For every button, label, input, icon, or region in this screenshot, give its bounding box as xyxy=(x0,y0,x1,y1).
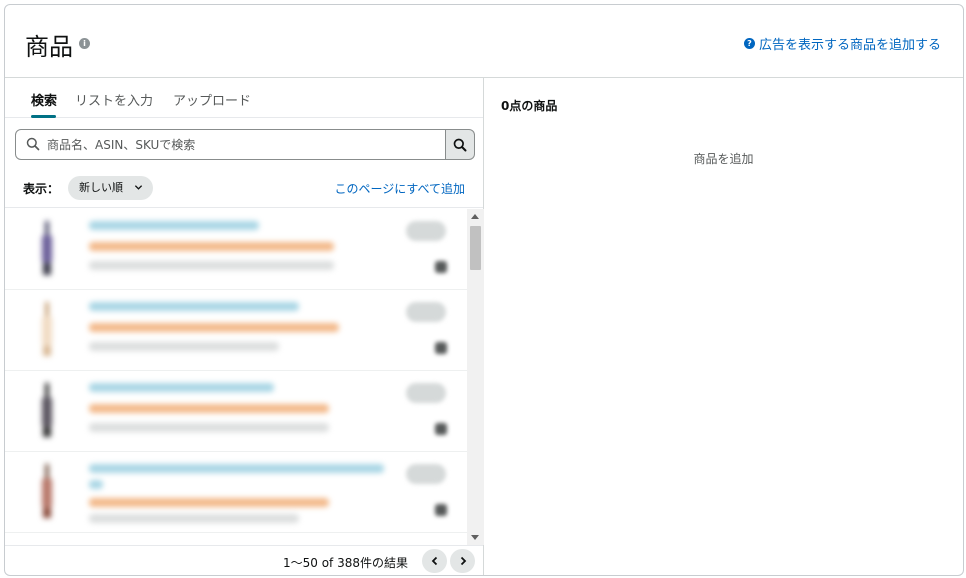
blurred-product-ids xyxy=(89,342,279,351)
list-item xyxy=(5,452,467,533)
add-product-button[interactable] xyxy=(406,383,446,403)
scroll-up-arrow-icon[interactable] xyxy=(471,214,479,219)
list-item xyxy=(5,209,467,290)
product-detail-icon[interactable] xyxy=(435,423,447,435)
blurred-product-ids xyxy=(89,423,329,432)
product-thumbnail xyxy=(42,221,52,275)
product-thumbnail xyxy=(42,383,52,437)
product-detail-icon[interactable] xyxy=(435,342,447,354)
chevron-down-icon xyxy=(134,185,143,190)
blurred-product-rating-price xyxy=(89,242,334,251)
blurred-product-rating-price xyxy=(89,323,339,332)
tab-search[interactable]: 検索 xyxy=(31,90,57,109)
previous-page-button[interactable] xyxy=(422,549,447,573)
blurred-product-rating-price xyxy=(89,404,329,413)
product-thumbnail xyxy=(42,464,52,518)
list-item xyxy=(5,290,467,371)
blurred-product-title xyxy=(89,464,384,473)
blurred-product-rating-price xyxy=(89,498,329,507)
tab-upload[interactable]: アップロード xyxy=(173,90,251,109)
sort-dropdown[interactable]: 新しい順 xyxy=(68,176,153,200)
search-tabs: 検索 リストを入力 アップロード xyxy=(5,78,483,118)
blurred-product-ids xyxy=(89,514,299,523)
product-search-pane: 検索 リストを入力 アップロード 表示： xyxy=(5,78,484,575)
product-list xyxy=(5,209,467,545)
results-count: 1〜50 of 388件の結果 xyxy=(282,556,408,570)
added-products-pane: 0点の商品 商品を追加 xyxy=(484,78,963,575)
search-icon xyxy=(453,138,467,151)
add-all-on-page-link[interactable]: このページにすべて追加 xyxy=(334,180,465,197)
add-products-help-link[interactable]: ? 広告を表示する商品を追加する xyxy=(743,34,941,53)
chevron-left-icon xyxy=(431,556,437,566)
panel-header: 商品 i ? 広告を表示する商品を追加する xyxy=(5,5,963,78)
chevron-right-icon xyxy=(460,556,466,566)
tab-enter-list[interactable]: リストを入力 xyxy=(75,90,153,109)
search-field xyxy=(15,129,446,160)
product-detail-icon[interactable] xyxy=(435,504,447,516)
info-icon[interactable]: i xyxy=(79,38,90,49)
product-list-scrollbar[interactable] xyxy=(467,209,484,545)
blurred-product-title xyxy=(89,383,274,392)
added-products-count-title: 0点の商品 xyxy=(501,99,558,113)
search-field-icon xyxy=(26,137,40,151)
blurred-product-title xyxy=(89,302,299,311)
search-button[interactable] xyxy=(446,129,475,160)
scroll-down-arrow-icon[interactable] xyxy=(471,535,479,540)
add-product-button[interactable] xyxy=(406,221,446,241)
blurred-product-title-cont xyxy=(89,480,103,489)
search-input[interactable] xyxy=(47,135,437,155)
product-thumbnail xyxy=(42,302,52,356)
product-detail-icon[interactable] xyxy=(435,261,447,273)
blurred-product-title xyxy=(89,221,259,230)
help-link-label: 広告を表示する商品を追加する xyxy=(758,38,941,53)
active-tab-indicator xyxy=(31,115,56,118)
question-circle-icon: ? xyxy=(743,38,755,49)
empty-state-text: 商品を追加 xyxy=(693,152,754,166)
blurred-product-ids xyxy=(89,261,334,270)
search-row xyxy=(15,129,475,160)
pagination-bar: 1〜50 of 388件の結果 xyxy=(5,545,483,575)
add-product-button[interactable] xyxy=(406,464,446,484)
scroll-thumb[interactable] xyxy=(470,226,481,270)
list-item xyxy=(5,371,467,452)
add-product-button[interactable] xyxy=(406,302,446,322)
sort-row: 表示： 新しい順 このページにすべて追加 xyxy=(5,174,483,208)
next-page-button[interactable] xyxy=(450,549,475,573)
page-title: 商品 xyxy=(25,33,73,61)
products-panel: 商品 i ? 広告を表示する商品を追加する 検索 リストを入力 アップロード 商… xyxy=(4,4,964,576)
sort-label: 表示： xyxy=(23,182,60,196)
sort-selected-value: 新しい順 xyxy=(79,181,123,194)
